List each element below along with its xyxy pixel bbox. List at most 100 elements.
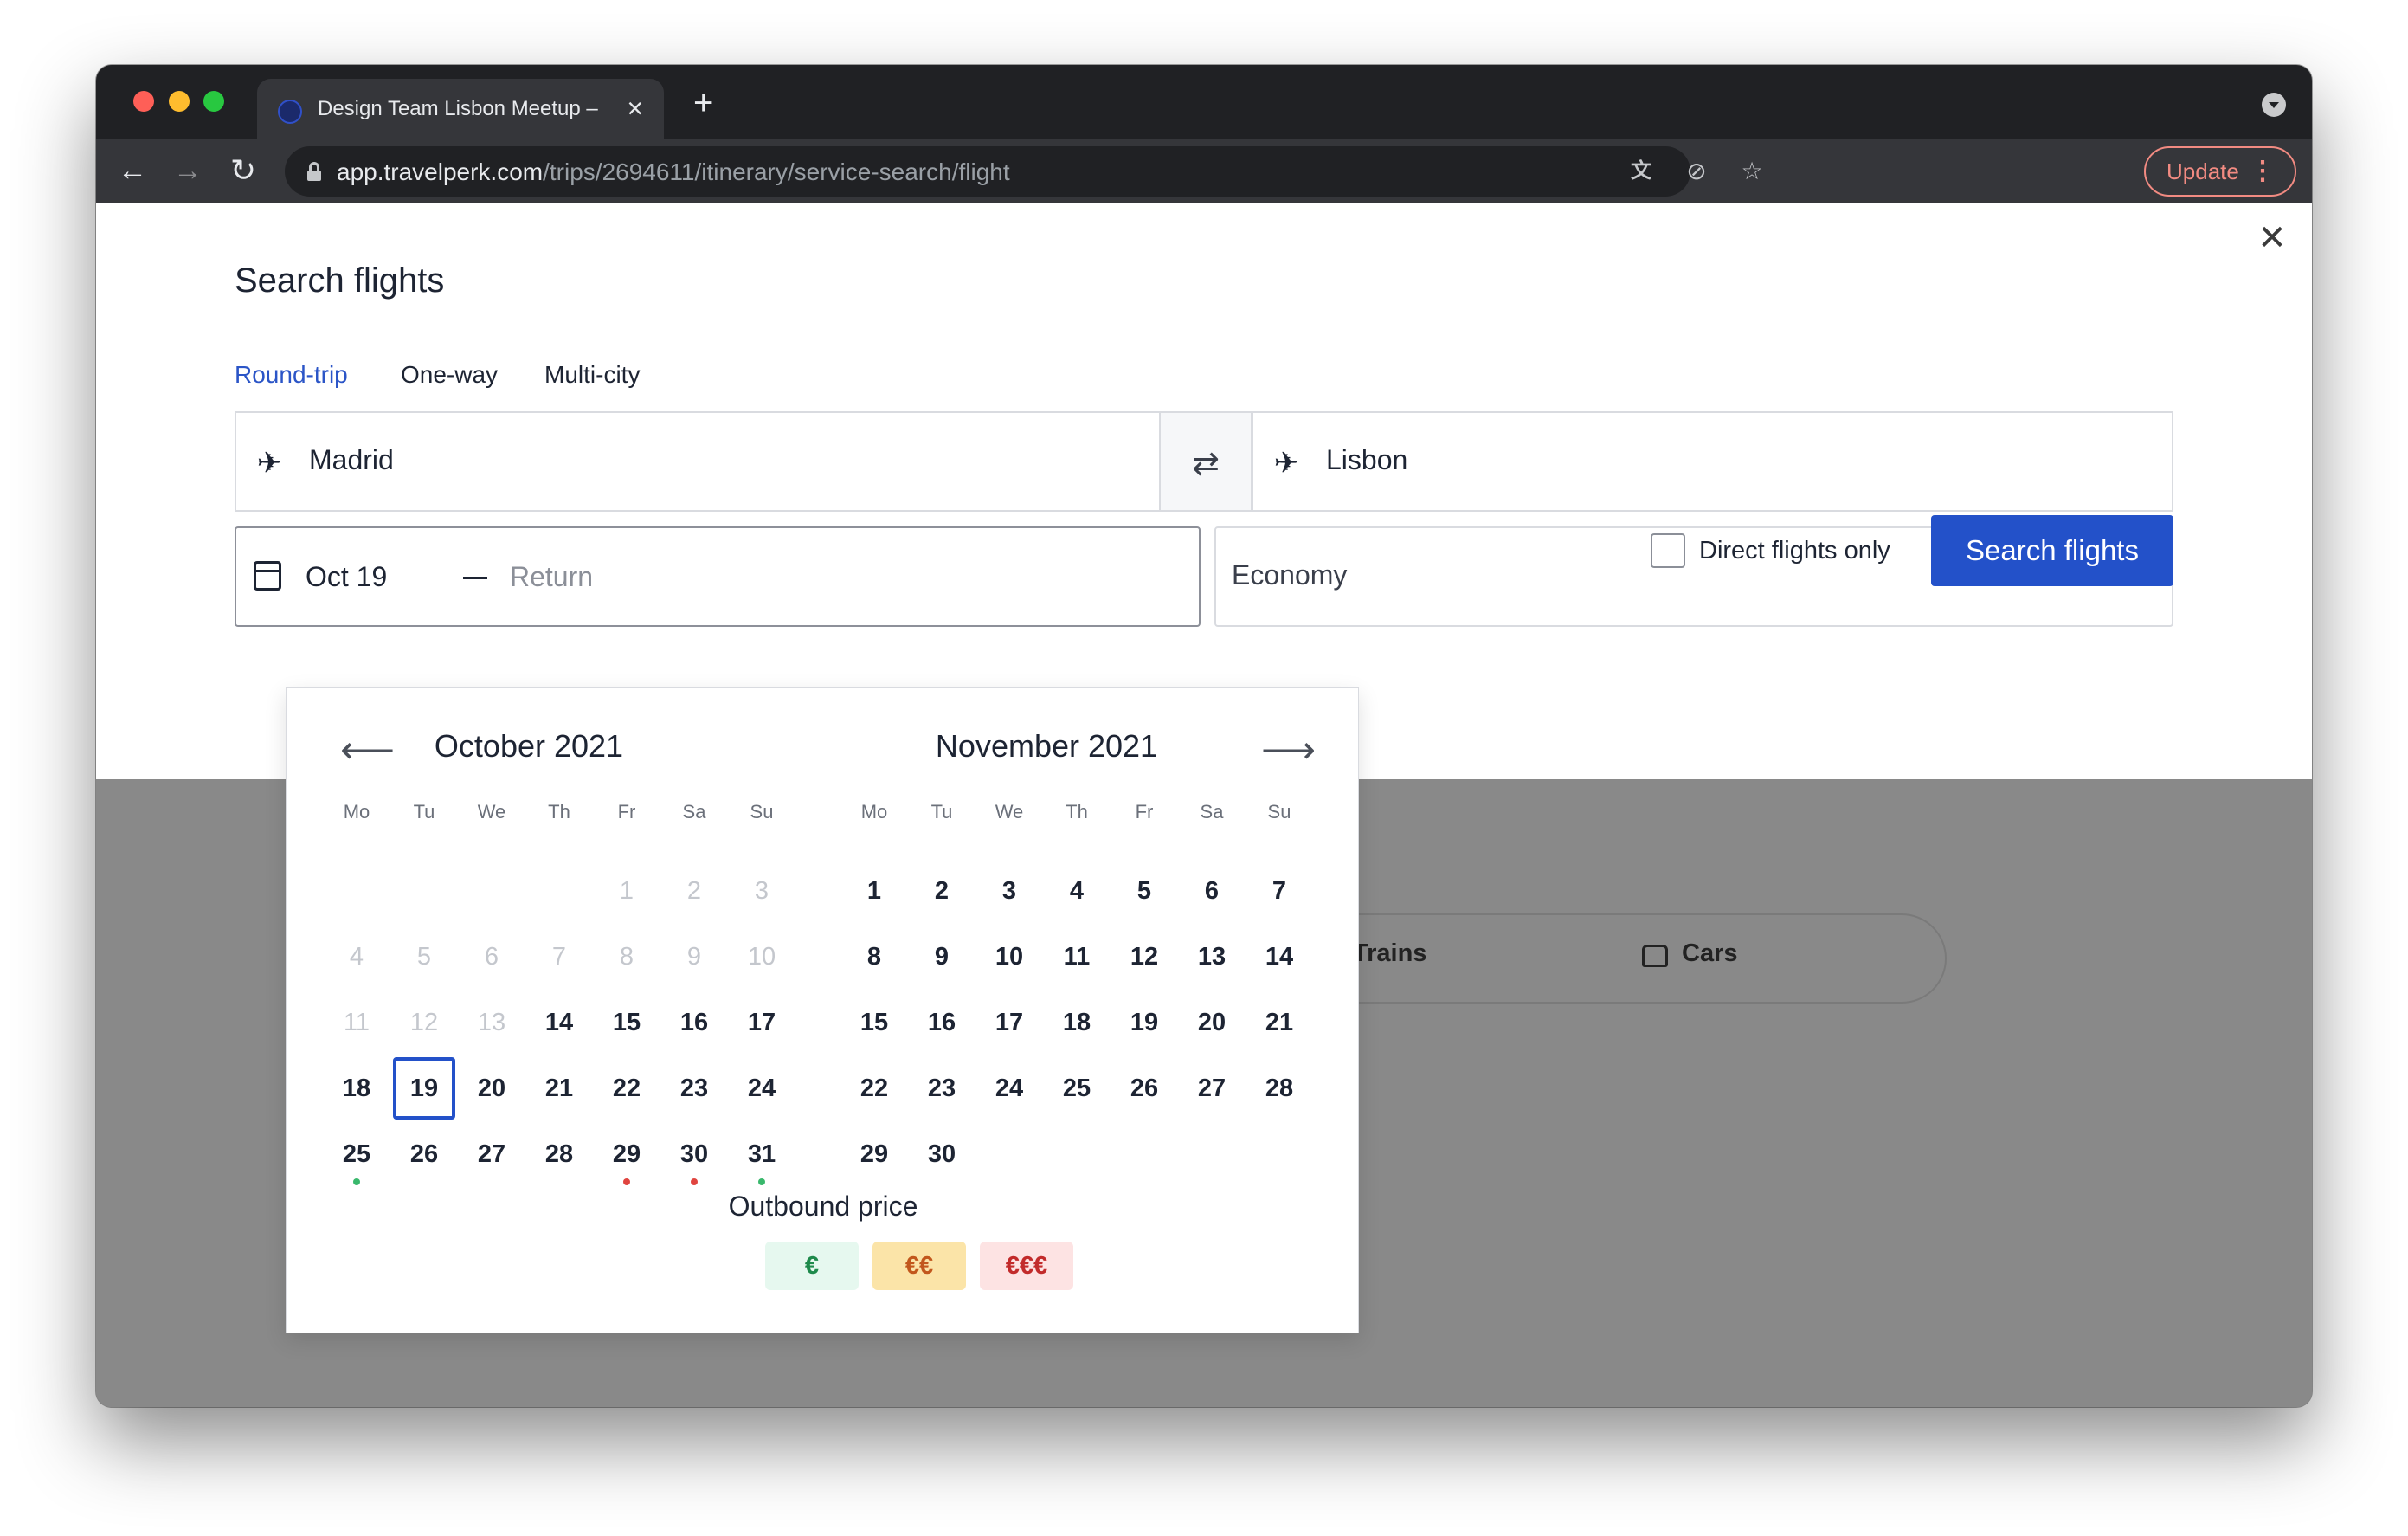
day-cell[interactable]: 3 bbox=[978, 860, 1040, 922]
forward-arrow-icon[interactable]: → bbox=[169, 152, 207, 190]
origin-field[interactable]: ✈ Madrid bbox=[235, 411, 1159, 512]
departure-date[interactable]: Oct 19 bbox=[306, 561, 387, 593]
day-cell[interactable]: 24 bbox=[978, 1057, 1040, 1120]
day-cell[interactable]: 23 bbox=[911, 1057, 973, 1120]
day-cell[interactable]: 21 bbox=[1248, 991, 1310, 1054]
destination-value: Lisbon bbox=[1326, 444, 1408, 475]
day-cell[interactable]: 21 bbox=[528, 1057, 590, 1120]
lock-icon[interactable] bbox=[307, 162, 321, 181]
day-cell: 8 bbox=[596, 926, 658, 988]
close-icon[interactable]: ✕ bbox=[2255, 221, 2289, 255]
eye-slash-icon[interactable]: ⊘ bbox=[1682, 157, 1711, 186]
translate-icon[interactable]: 文 bbox=[1626, 157, 1656, 186]
day-number: 11 bbox=[343, 1009, 370, 1036]
day-cell[interactable]: 17 bbox=[978, 991, 1040, 1054]
day-number: 3 bbox=[754, 877, 769, 905]
day-cell[interactable]: 12 bbox=[1113, 926, 1175, 988]
search-flights-button[interactable]: Search flights bbox=[1931, 515, 2173, 586]
update-button[interactable]: Update ⋮ bbox=[2144, 146, 2296, 197]
day-cell[interactable]: 8 bbox=[843, 926, 905, 988]
back-arrow-icon[interactable]: ← bbox=[113, 152, 151, 190]
star-icon[interactable]: ☆ bbox=[1737, 157, 1767, 186]
day-cell[interactable]: 19 bbox=[1113, 991, 1175, 1054]
day-cell[interactable]: 22 bbox=[843, 1057, 905, 1120]
swap-button[interactable]: ⇄ bbox=[1159, 411, 1252, 512]
new-tab-icon[interactable]: + bbox=[693, 86, 713, 120]
day-number: 21 bbox=[544, 1075, 574, 1102]
day-cell[interactable]: 26 bbox=[1113, 1057, 1175, 1120]
next-month-icon[interactable]: ⟶ bbox=[1261, 732, 1316, 770]
day-cell[interactable]: 24 bbox=[731, 1057, 793, 1120]
day-cell[interactable]: 23 bbox=[663, 1057, 725, 1120]
more-vert-icon[interactable]: ⋮ bbox=[2250, 148, 2276, 195]
day-cell[interactable]: 4 bbox=[1046, 860, 1108, 922]
weekday-label: Fr bbox=[1135, 801, 1154, 823]
tab-multi-city[interactable]: Multi-city bbox=[544, 361, 640, 389]
tab-round-trip[interactable]: Round-trip bbox=[235, 361, 348, 389]
reload-icon[interactable]: ↻ bbox=[224, 152, 262, 190]
day-cell[interactable]: 15 bbox=[843, 991, 905, 1054]
close-tab-icon[interactable]: × bbox=[627, 93, 643, 124]
landing-icon: ✈ bbox=[1273, 447, 1299, 480]
day-cell[interactable]: 14 bbox=[1248, 926, 1310, 988]
day-cell[interactable]: 29 bbox=[843, 1123, 905, 1185]
day-cell[interactable]: 28 bbox=[528, 1123, 590, 1185]
page-title: Search flights bbox=[235, 261, 445, 300]
day-cell[interactable]: 18 bbox=[1046, 991, 1108, 1054]
day-cell[interactable]: 31 bbox=[731, 1123, 793, 1185]
day-number: 12 bbox=[1130, 943, 1159, 971]
day-cell[interactable]: 20 bbox=[460, 1057, 523, 1120]
day-cell[interactable]: 17 bbox=[731, 991, 793, 1054]
day-cell[interactable]: 6 bbox=[1181, 860, 1243, 922]
day-cell[interactable]: 28 bbox=[1248, 1057, 1310, 1120]
day-cell[interactable]: 25 bbox=[1046, 1057, 1108, 1120]
day-number: 24 bbox=[747, 1075, 776, 1102]
day-cell[interactable]: 5 bbox=[1113, 860, 1175, 922]
day-cell[interactable]: 22 bbox=[596, 1057, 658, 1120]
weekday-label: Th bbox=[548, 801, 570, 823]
address-bar[interactable]: app.travelperk.com/trips/2694611/itinera… bbox=[285, 146, 1763, 197]
tab-search-icon[interactable] bbox=[2262, 93, 2286, 117]
date-range-field[interactable]: Oct 19 Return bbox=[235, 526, 1201, 627]
minimize-window-button[interactable] bbox=[169, 91, 190, 112]
return-date-placeholder[interactable]: Return bbox=[510, 561, 593, 593]
direct-flights-checkbox[interactable] bbox=[1651, 533, 1685, 568]
day-cell[interactable]: 30 bbox=[911, 1123, 973, 1185]
day-cell[interactable]: 9 bbox=[911, 926, 973, 988]
day-cell[interactable]: 13 bbox=[1181, 926, 1243, 988]
close-window-button[interactable] bbox=[133, 91, 154, 112]
day-cell[interactable]: 15 bbox=[596, 991, 658, 1054]
day-cell[interactable]: 2 bbox=[911, 860, 973, 922]
day-cell[interactable]: 16 bbox=[911, 991, 973, 1054]
day-cell[interactable]: 1 bbox=[843, 860, 905, 922]
maximize-window-button[interactable] bbox=[203, 91, 224, 112]
tab-one-way[interactable]: One-way bbox=[401, 361, 498, 389]
day-cell[interactable]: 27 bbox=[460, 1123, 523, 1185]
day-cell[interactable]: 16 bbox=[663, 991, 725, 1054]
day-number: 4 bbox=[1069, 877, 1085, 905]
day-cell[interactable]: 11 bbox=[1046, 926, 1108, 988]
direct-flights-label[interactable]: Direct flights only bbox=[1699, 537, 1890, 565]
day-cell[interactable]: 26 bbox=[393, 1123, 455, 1185]
day-cell[interactable]: 19 bbox=[393, 1057, 455, 1120]
day-cell[interactable]: 18 bbox=[325, 1057, 388, 1120]
day-number: 11 bbox=[1063, 943, 1091, 971]
day-cell[interactable]: 14 bbox=[528, 991, 590, 1054]
day-cell: 5 bbox=[393, 926, 455, 988]
day-cell[interactable]: 25 bbox=[325, 1123, 388, 1185]
browser-tab[interactable]: Design Team Lisbon Meetup – × bbox=[257, 79, 664, 139]
day-cell: 4 bbox=[325, 926, 388, 988]
day-cell[interactable]: 27 bbox=[1181, 1057, 1243, 1120]
day-cell[interactable]: 29 bbox=[596, 1123, 658, 1185]
day-number: 5 bbox=[1136, 877, 1152, 905]
swap-icon: ⇄ bbox=[1192, 446, 1220, 482]
price-dot-high bbox=[691, 1178, 698, 1185]
day-cell[interactable]: 7 bbox=[1248, 860, 1310, 922]
day-cell[interactable]: 10 bbox=[978, 926, 1040, 988]
day-number: 17 bbox=[747, 1009, 776, 1036]
day-number: 17 bbox=[995, 1009, 1024, 1036]
day-cell[interactable]: 20 bbox=[1181, 991, 1243, 1054]
month-title-left: October 2021 bbox=[434, 728, 624, 764]
day-cell[interactable]: 30 bbox=[663, 1123, 725, 1185]
destination-field[interactable]: ✈ Lisbon bbox=[1252, 411, 2173, 512]
